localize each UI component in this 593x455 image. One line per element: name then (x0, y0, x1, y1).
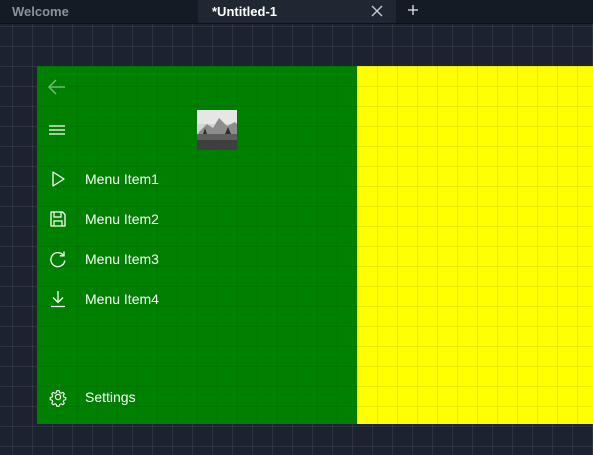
nav-item-settings[interactable]: Settings (37, 377, 357, 417)
gear-icon (49, 390, 67, 407)
close-icon[interactable] (370, 4, 384, 18)
nav-item-2-label: Menu Item2 (85, 211, 159, 227)
nav-item-2[interactable]: Menu Item2 (37, 199, 357, 239)
refresh-icon (50, 251, 66, 268)
arrow-left-icon[interactable] (45, 75, 69, 99)
play-icon (52, 171, 65, 187)
download-icon (51, 291, 65, 308)
landscape-thumbnail (197, 110, 237, 150)
navigation-pane: Menu Item1 Menu Item2 Menu Item3 Menu It… (37, 66, 357, 424)
content-area (357, 66, 593, 424)
nav-item-4-label: Menu Item4 (85, 291, 159, 307)
hamburger-icon[interactable] (45, 118, 69, 142)
save-icon (50, 211, 66, 227)
navigation-view: Menu Item1 Menu Item2 Menu Item3 Menu It… (37, 66, 593, 424)
nav-item-1[interactable]: Menu Item1 (37, 159, 357, 199)
nav-item-4[interactable]: Menu Item4 (37, 279, 357, 319)
plus-icon[interactable] (405, 2, 421, 18)
nav-item-1-label: Menu Item1 (85, 171, 159, 187)
nav-item-settings-label: Settings (85, 389, 136, 405)
tab-welcome[interactable]: Welcome (0, 0, 198, 23)
tab-bar: Welcome *Untitled-1 (0, 0, 593, 24)
tab-welcome-label: Welcome (12, 4, 69, 19)
tab-untitled[interactable]: *Untitled-1 (198, 0, 396, 23)
nav-item-3[interactable]: Menu Item3 (37, 239, 357, 279)
nav-item-3-label: Menu Item3 (85, 251, 159, 267)
tab-untitled-label: *Untitled-1 (212, 4, 277, 19)
